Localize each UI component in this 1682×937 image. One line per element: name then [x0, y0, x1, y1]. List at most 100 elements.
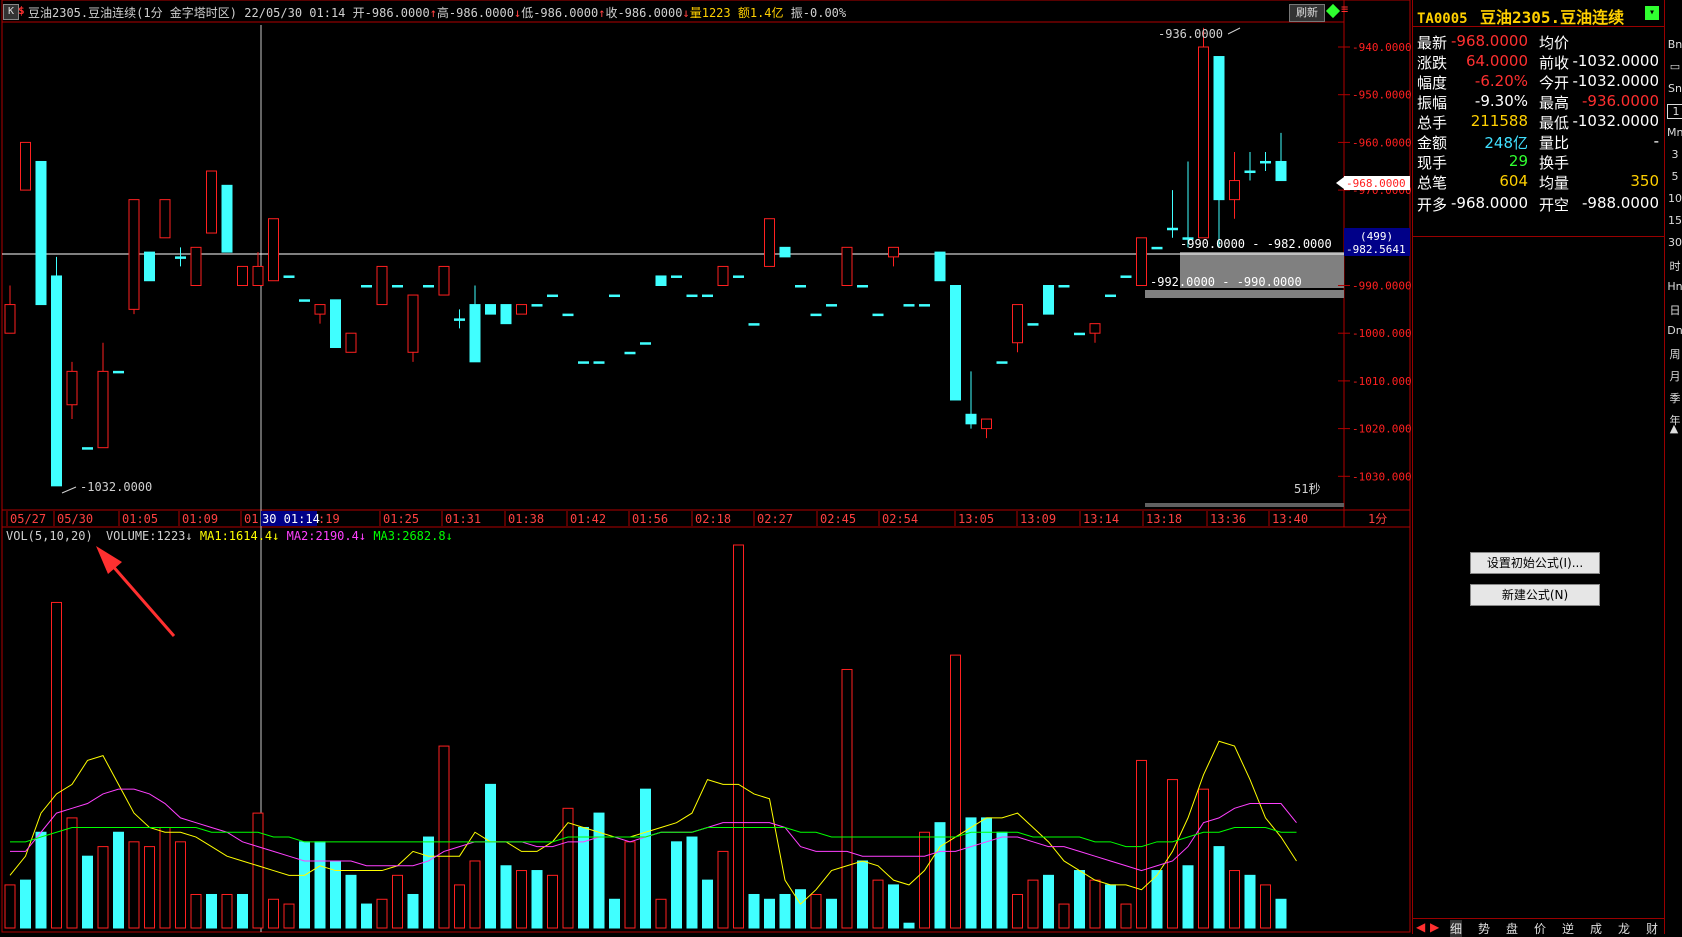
refresh-button[interactable]: 刷新 [1289, 4, 1325, 22]
volume-bar [469, 860, 481, 929]
candle-body [950, 285, 961, 401]
candle-body [1229, 180, 1240, 201]
candle-body [547, 294, 558, 298]
volume-bar [1058, 903, 1070, 929]
quote-row: 总笔 604 均量 350 [1417, 172, 1663, 192]
period-button[interactable]: 周 [1667, 346, 1682, 362]
panel-tab[interactable]: 成 [1590, 920, 1602, 937]
tab-prev-icon[interactable]: ◀ [1416, 920, 1425, 934]
volume-bar [1182, 865, 1194, 929]
high-value: 高-986.0000 [436, 6, 514, 20]
volume-bar [950, 654, 961, 929]
candle-body [299, 299, 310, 302]
down-arrow-icon: ↓ [358, 529, 367, 543]
quote-row: 现手 29 换手 [1417, 152, 1663, 172]
time-label: 13:05 [958, 512, 994, 526]
scroll-up-icon[interactable]: ▲ [1666, 422, 1682, 435]
volume-bar [314, 841, 326, 929]
candle-body [593, 361, 605, 364]
panel-tab[interactable]: 价 [1534, 920, 1546, 937]
volume-bar [268, 898, 279, 929]
k-chart-icon[interactable]: K [3, 4, 19, 20]
period-button[interactable]: Sn [1667, 82, 1682, 95]
candle-body [4, 304, 16, 334]
period-button[interactable]: 30 [1667, 236, 1682, 249]
volume-bar [872, 879, 884, 929]
tab-next-icon[interactable]: ▶ [1430, 920, 1439, 934]
candle-body [423, 285, 434, 288]
lock-icon[interactable]: ≡ [1341, 2, 1348, 16]
price-label: -1030.0000 [1352, 470, 1412, 483]
candle-body [609, 294, 620, 298]
quote-label: 最低 [1539, 114, 1570, 132]
indicator-name[interactable]: VOL(5,10,20) [6, 529, 93, 543]
down-arrow-icon: ↓ [272, 529, 280, 543]
panel-tab[interactable]: 细 [1450, 920, 1463, 937]
candle-body [113, 370, 124, 374]
progress-bar [1145, 503, 1344, 507]
volume-bar [795, 889, 806, 929]
set-initial-formula-button[interactable]: 设置初始公式(I)... [1470, 552, 1600, 574]
quote-value: -936.0000 [1582, 92, 1659, 110]
price-zone-2 [1145, 290, 1344, 298]
quote-label: 总笔 [1417, 174, 1448, 192]
candle-body [314, 304, 326, 315]
volume-bar [655, 898, 667, 929]
indicator-ma2: MA2:2190.4 [286, 529, 359, 543]
candle-body [159, 199, 171, 239]
period-button[interactable]: 日 [1667, 302, 1682, 318]
period-button[interactable]: 时 [1667, 258, 1682, 274]
volume-bar [113, 831, 124, 929]
period-button[interactable]: Dn [1667, 324, 1682, 337]
candle-body [268, 218, 279, 282]
quote-label: 最高 [1539, 94, 1570, 112]
volume-bar [175, 841, 186, 929]
red-arrow-annotation [96, 546, 176, 637]
price-label: -940.0000 [1352, 41, 1412, 54]
candle-body [1043, 285, 1054, 315]
new-formula-button[interactable]: 新建公式(N) [1470, 584, 1600, 606]
panel-tab[interactable]: 势 [1478, 920, 1490, 937]
quote-label: 总手 [1417, 114, 1448, 132]
candle-body [717, 265, 729, 287]
zone1-label: -990.0000 - -982.0000 [1180, 237, 1332, 251]
volume-bar [640, 788, 651, 929]
quote-value: 29 [1508, 152, 1528, 170]
panel-menu-icon[interactable]: ▾ [1645, 6, 1659, 20]
panel-tab[interactable]: 盘 [1506, 920, 1518, 937]
candle-body [748, 323, 760, 326]
period-button[interactable]: 月 [1667, 368, 1682, 384]
volume-bar [82, 855, 93, 929]
period-button[interactable]: 15 [1667, 214, 1682, 227]
volume-bar [516, 870, 527, 929]
period-label[interactable]: 1分 [1368, 512, 1387, 526]
volume-bar [841, 668, 853, 929]
period-button[interactable]: 3 [1667, 148, 1682, 161]
candlestick-series [4, 27, 1287, 487]
candle-body [237, 265, 248, 287]
candle-body [795, 285, 806, 288]
candle-body [640, 342, 651, 345]
candle-body [826, 304, 837, 307]
period-button[interactable]: Bn [1667, 38, 1682, 51]
period-button[interactable]: 1 [1667, 104, 1682, 119]
candle-body [345, 332, 357, 353]
low-marker-line [61, 486, 77, 494]
panel-tab[interactable]: 逆 [1562, 920, 1574, 937]
period-button[interactable]: ▭ [1667, 60, 1682, 73]
candle-body [175, 256, 186, 259]
period-button[interactable]: 5 [1667, 170, 1682, 183]
period-button[interactable]: Hn [1667, 280, 1682, 293]
period-button[interactable]: 10 [1667, 192, 1682, 205]
volume-bar [888, 884, 899, 929]
quote-label: 振幅 [1417, 94, 1448, 112]
volume-bar [454, 884, 465, 929]
period-button[interactable]: Mn [1667, 126, 1682, 139]
chart-canvas[interactable]: 05/27 05/30 01:05 01:09 01:19 01:25 01:31 01:38… [0, 0, 1412, 934]
panel-tab[interactable]: 龙 [1618, 920, 1630, 937]
period-button[interactable]: 季 [1667, 390, 1682, 406]
indicator-ma1: MA1:1614.4 [199, 529, 273, 543]
candle-body [500, 304, 512, 325]
time-label: 01:56 [632, 512, 668, 526]
panel-tab[interactable]: 财 [1646, 920, 1658, 937]
